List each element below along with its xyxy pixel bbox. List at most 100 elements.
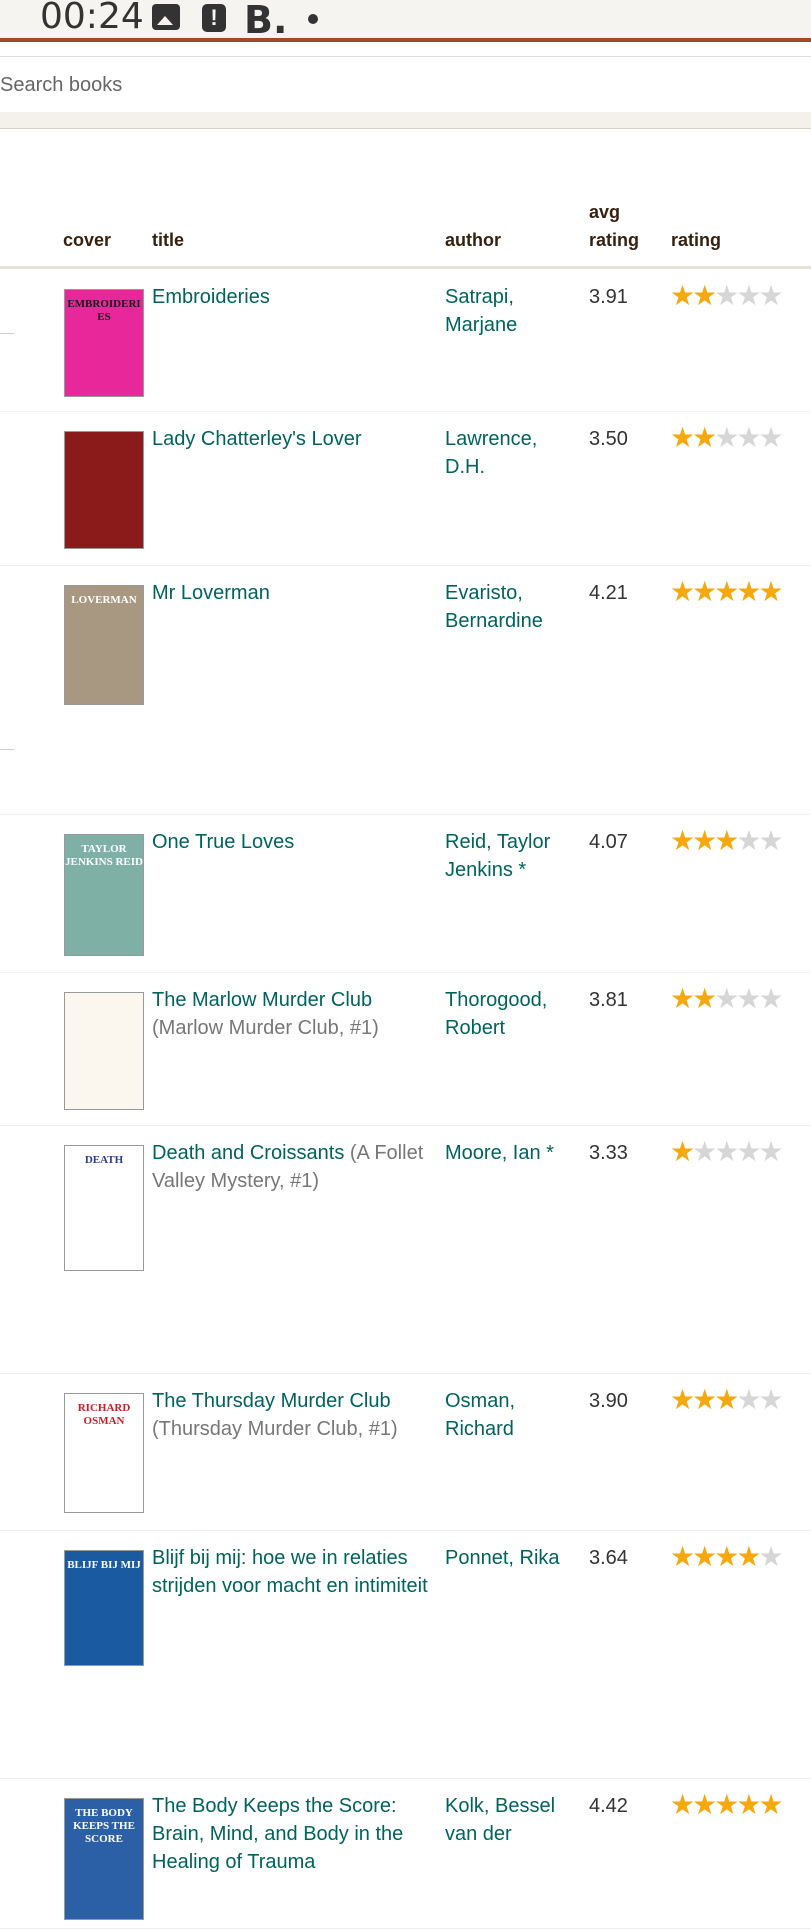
star-empty-icon[interactable]: ★ bbox=[758, 983, 783, 1014]
book-title-cell: Mr Loverman bbox=[152, 579, 437, 607]
star-rating[interactable]: ★★★★★ bbox=[670, 1541, 784, 1572]
star-filled-icon[interactable]: ★ bbox=[736, 576, 761, 607]
book-author-link[interactable]: Lawrence, D.H. bbox=[445, 425, 575, 481]
star-filled-icon[interactable]: ★ bbox=[670, 825, 695, 856]
book-author-link[interactable]: Satrapi, Marjane bbox=[445, 283, 575, 339]
star-filled-icon[interactable]: ★ bbox=[692, 576, 717, 607]
star-filled-icon[interactable]: ★ bbox=[670, 1136, 695, 1167]
book-cover[interactable]: THE BODY KEEPS THE SCORE bbox=[64, 1798, 144, 1920]
star-rating[interactable]: ★★★★★ bbox=[670, 576, 784, 607]
star-filled-icon[interactable]: ★ bbox=[692, 280, 717, 311]
book-author-link[interactable]: Ponnet, Rika bbox=[445, 1544, 575, 1572]
star-empty-icon[interactable]: ★ bbox=[736, 422, 761, 453]
star-empty-icon[interactable]: ★ bbox=[758, 280, 783, 311]
star-rating[interactable]: ★★★★★ bbox=[670, 1789, 784, 1820]
book-series: (Thursday Murder Club, #1) bbox=[152, 1418, 398, 1440]
star-rating[interactable]: ★★★★★ bbox=[670, 983, 784, 1014]
book-cover[interactable]: LOVERMAN bbox=[64, 585, 144, 705]
star-rating[interactable]: ★★★★★ bbox=[670, 1136, 784, 1167]
cover-text: RICHARD OSMAN bbox=[77, 1402, 131, 1427]
avg-rating: 4.07 bbox=[589, 831, 628, 853]
star-filled-icon[interactable]: ★ bbox=[692, 422, 717, 453]
book-author-link[interactable]: Thorogood, Robert bbox=[445, 986, 575, 1042]
book-cover[interactable]: RICHARD OSMAN bbox=[64, 1393, 144, 1513]
search-input[interactable] bbox=[0, 57, 811, 113]
star-filled-icon[interactable]: ★ bbox=[692, 1541, 717, 1572]
book-author-link[interactable]: Kolk, Bessel van der bbox=[445, 1792, 575, 1848]
star-empty-icon[interactable]: ★ bbox=[736, 1136, 761, 1167]
star-filled-icon[interactable]: ★ bbox=[670, 280, 695, 311]
book-title-link[interactable]: Embroideries bbox=[152, 286, 270, 308]
author-line: Marjane bbox=[445, 314, 518, 336]
star-filled-icon[interactable]: ★ bbox=[714, 1384, 739, 1415]
star-filled-icon[interactable]: ★ bbox=[670, 1541, 695, 1572]
star-filled-icon[interactable]: ★ bbox=[692, 1384, 717, 1415]
table-row: THE BODY KEEPS THE SCORE The Body Keeps t… bbox=[0, 1778, 811, 1929]
book-title-link[interactable]: Mr Loverman bbox=[152, 582, 270, 604]
book-cover[interactable]: TAYLOR JENKINS REID bbox=[64, 834, 144, 956]
star-filled-icon[interactable]: ★ bbox=[714, 1789, 739, 1820]
star-empty-icon[interactable]: ★ bbox=[758, 825, 783, 856]
book-cover[interactable]: BLIJF BIJ MIJ bbox=[64, 1550, 144, 1666]
book-cover[interactable]: EMBROIDERIES bbox=[64, 289, 144, 397]
book-cover[interactable] bbox=[64, 431, 144, 549]
header-title[interactable]: title bbox=[152, 226, 184, 254]
star-filled-icon[interactable]: ★ bbox=[736, 1789, 761, 1820]
book-title-cell: Lady Chatterley's Lover bbox=[152, 425, 437, 453]
star-empty-icon[interactable]: ★ bbox=[714, 1136, 739, 1167]
header-cover[interactable]: cover bbox=[63, 226, 111, 254]
book-title-cell: The Body Keeps the Score: Brain, Mind, a… bbox=[152, 1792, 437, 1876]
author-line: Reid, Taylor bbox=[445, 831, 551, 853]
book-title-link[interactable]: Blijf bij mij: hoe we in relaties strijd… bbox=[152, 1547, 428, 1597]
star-empty-icon[interactable]: ★ bbox=[692, 1136, 717, 1167]
book-author-link[interactable]: Evaristo, Bernardine bbox=[445, 579, 575, 635]
star-filled-icon[interactable]: ★ bbox=[758, 1789, 783, 1820]
book-title-link[interactable]: The Thursday Murder Club bbox=[152, 1390, 391, 1412]
star-empty-icon[interactable]: ★ bbox=[758, 1541, 783, 1572]
star-filled-icon[interactable]: ★ bbox=[670, 422, 695, 453]
book-author-link[interactable]: Osman, Richard bbox=[445, 1387, 575, 1443]
star-empty-icon[interactable]: ★ bbox=[736, 280, 761, 311]
book-cover[interactable] bbox=[64, 992, 144, 1110]
alert-icon: ! bbox=[202, 4, 226, 32]
star-filled-icon[interactable]: ★ bbox=[692, 983, 717, 1014]
book-title-link[interactable]: Lady Chatterley's Lover bbox=[152, 428, 361, 450]
star-filled-icon[interactable]: ★ bbox=[670, 983, 695, 1014]
star-filled-icon[interactable]: ★ bbox=[692, 1789, 717, 1820]
star-filled-icon[interactable]: ★ bbox=[714, 825, 739, 856]
star-rating[interactable]: ★★★★★ bbox=[670, 280, 784, 311]
star-filled-icon[interactable]: ★ bbox=[714, 1541, 739, 1572]
book-title-link[interactable]: Death and Croissants bbox=[152, 1142, 344, 1164]
star-filled-icon[interactable]: ★ bbox=[736, 1541, 761, 1572]
star-empty-icon[interactable]: ★ bbox=[736, 983, 761, 1014]
star-empty-icon[interactable]: ★ bbox=[758, 422, 783, 453]
star-rating[interactable]: ★★★★★ bbox=[670, 825, 784, 856]
star-empty-icon[interactable]: ★ bbox=[714, 280, 739, 311]
star-empty-icon[interactable]: ★ bbox=[714, 983, 739, 1014]
star-filled-icon[interactable]: ★ bbox=[758, 576, 783, 607]
author-line: Lawrence, bbox=[445, 428, 538, 450]
star-empty-icon[interactable]: ★ bbox=[758, 1384, 783, 1415]
avg-rating: 3.64 bbox=[589, 1547, 628, 1569]
book-author-link[interactable]: Reid, Taylor Jenkins * bbox=[445, 828, 575, 884]
star-filled-icon[interactable]: ★ bbox=[670, 576, 695, 607]
header-rating[interactable]: rating bbox=[671, 226, 721, 254]
star-empty-icon[interactable]: ★ bbox=[714, 422, 739, 453]
avg-rating: 4.42 bbox=[589, 1795, 628, 1817]
star-filled-icon[interactable]: ★ bbox=[714, 576, 739, 607]
book-title-link[interactable]: The Body Keeps the Score: Brain, Mind, a… bbox=[152, 1795, 403, 1873]
star-rating[interactable]: ★★★★★ bbox=[670, 1384, 784, 1415]
header-author[interactable]: author bbox=[445, 226, 501, 254]
book-author-link[interactable]: Moore, Ian * bbox=[445, 1139, 575, 1167]
star-rating[interactable]: ★★★★★ bbox=[670, 422, 784, 453]
star-empty-icon[interactable]: ★ bbox=[758, 1136, 783, 1167]
star-filled-icon[interactable]: ★ bbox=[670, 1789, 695, 1820]
book-title-link[interactable]: One True Loves bbox=[152, 831, 294, 853]
book-title-link[interactable]: The Marlow Murder Club bbox=[152, 989, 372, 1011]
star-empty-icon[interactable]: ★ bbox=[736, 1384, 761, 1415]
header-avg-rating[interactable]: avg rating bbox=[589, 198, 649, 254]
book-cover[interactable]: DEATH bbox=[64, 1145, 144, 1271]
star-filled-icon[interactable]: ★ bbox=[670, 1384, 695, 1415]
star-empty-icon[interactable]: ★ bbox=[736, 825, 761, 856]
star-filled-icon[interactable]: ★ bbox=[692, 825, 717, 856]
